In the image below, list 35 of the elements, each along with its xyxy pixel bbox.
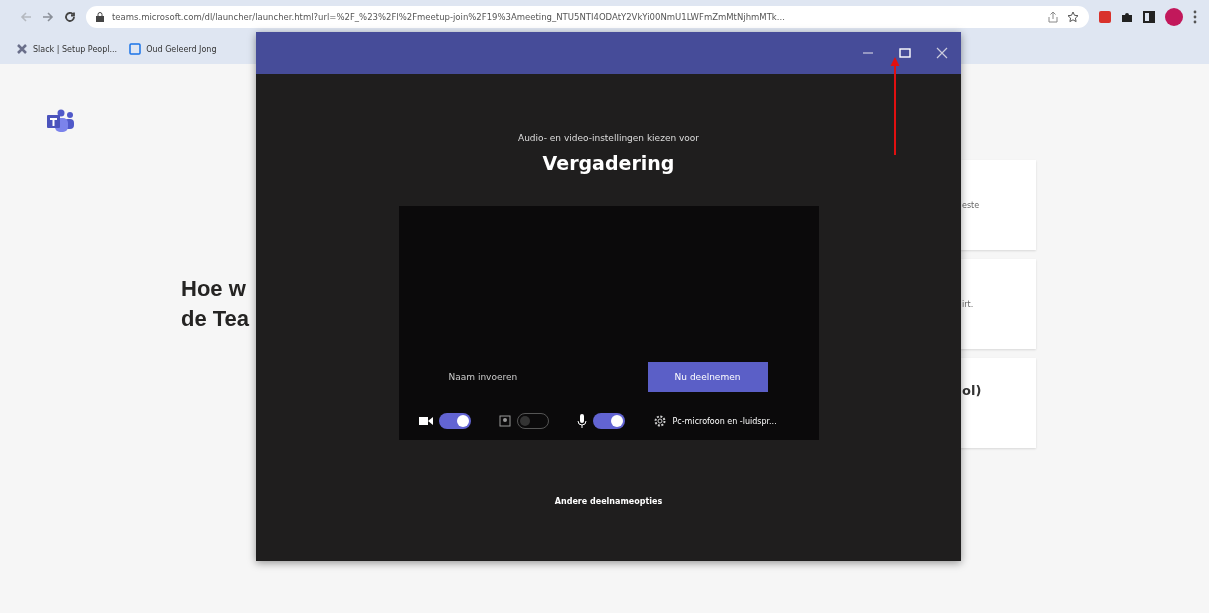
url-text: teams.microsoft.com/dl/launcher/launcher.html?url=%2F_%23%2Fl%2Fmeetup-join%2F19%3Ameeting_NTU5NTI4ODAtY2VkYi00NmU1LWFmZmMtNjhmMTk...	[112, 12, 786, 22]
card-title: ol)	[962, 382, 982, 398]
settings-icon[interactable]	[652, 414, 667, 428]
forward-icon[interactable]	[42, 11, 54, 23]
bookmark[interactable]: Slack | Setup Peopl...	[16, 43, 118, 55]
blur-icon	[498, 415, 511, 427]
page-heading: Hoe w de Tea	[181, 275, 251, 333]
card-description: este	[962, 200, 980, 210]
option-card[interactable]: este	[960, 160, 1036, 250]
reload-icon[interactable]	[64, 11, 76, 23]
toggle-switch[interactable]	[592, 413, 625, 429]
bookmark[interactable]: Oud Geleerd Jong	[129, 43, 217, 55]
other-options-heading: Andere deelnameopties	[554, 497, 663, 506]
dialog-subtitle: Audio- en video-instellingen kiezen voor	[517, 133, 700, 143]
option-card[interactable]: ol)	[960, 358, 1036, 448]
join-button[interactable]: Nu deelnemen	[647, 362, 768, 392]
microphone-icon	[576, 414, 587, 428]
audio-device-label[interactable]: Pc-microfoon en -luidspr...	[672, 416, 777, 426]
teams-logo-icon	[47, 109, 75, 133]
star-icon[interactable]	[1067, 11, 1079, 23]
close-icon[interactable]	[936, 47, 948, 59]
address-bar[interactable]: teams.microsoft.com/dl/launcher/launcher.html?url=%2F_%23%2Fl%2Fmeetup-join%2F19%3Ameeting_NTU5NTI4ODAtY2VkYi00NmU1LWFmZmMtNjhmMTk...	[86, 6, 1089, 28]
toggle-switch[interactable]	[438, 413, 471, 429]
profile-avatar[interactable]	[1165, 8, 1183, 26]
page-icon	[129, 43, 142, 55]
lock-icon	[96, 12, 104, 22]
menu-icon[interactable]	[1193, 10, 1197, 24]
name-field[interactable]: Naam invoeren	[448, 368, 569, 386]
camera-icon	[418, 416, 433, 426]
option-card[interactable]: irt.	[960, 259, 1036, 349]
share-icon[interactable]	[1047, 11, 1059, 23]
card-description: irt.	[962, 299, 974, 309]
sidebar-icon[interactable]	[1143, 11, 1155, 23]
meeting-title: Vergadering	[542, 152, 675, 174]
maximize-icon[interactable]	[899, 47, 911, 59]
